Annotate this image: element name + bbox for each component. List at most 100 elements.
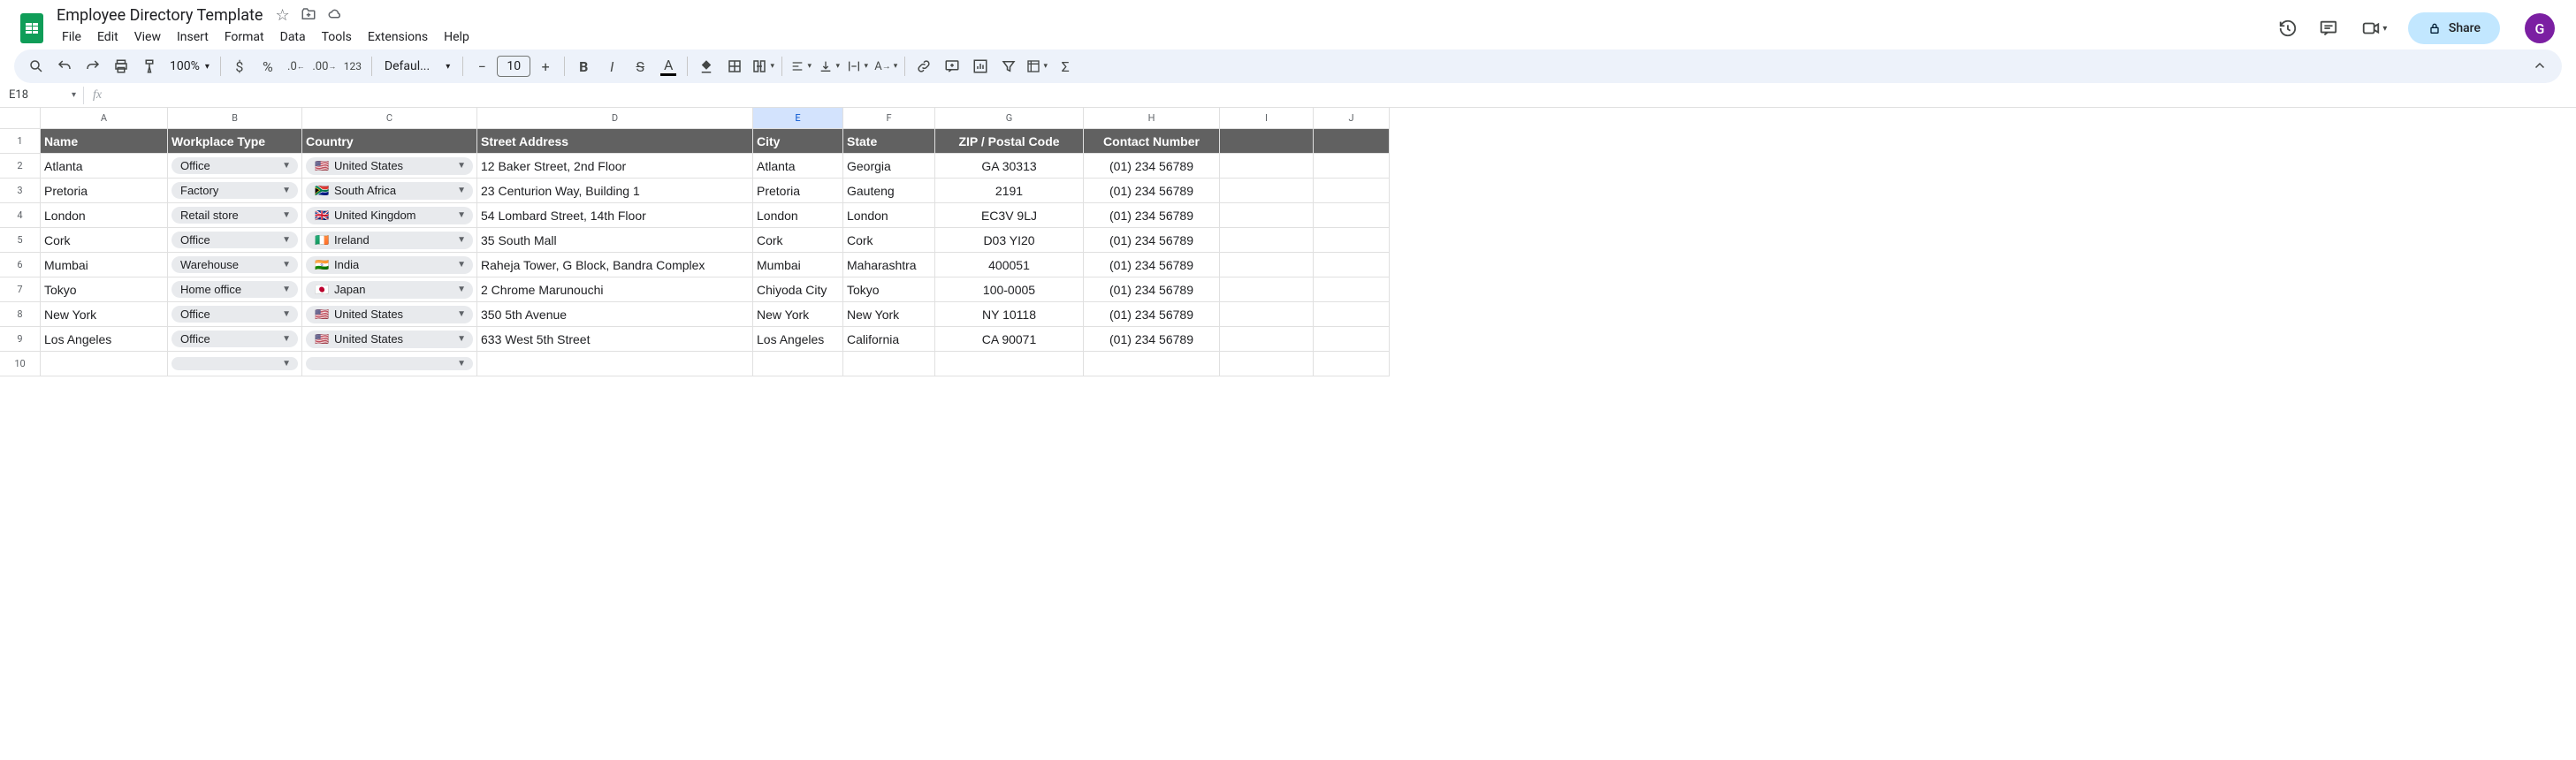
cell-empty[interactable] — [1314, 228, 1390, 253]
row-header[interactable]: 6 — [0, 253, 41, 277]
cell-wtype[interactable]: ▼ — [168, 352, 302, 376]
dropdown-chip[interactable]: ▼ — [306, 357, 473, 370]
row-header[interactable]: 4 — [0, 203, 41, 228]
cell-zip[interactable]: NY 10118 — [935, 302, 1084, 327]
cell-contact[interactable]: (01) 234 56789 — [1084, 154, 1220, 179]
cell-wtype[interactable]: Office▼ — [168, 302, 302, 327]
cell-city[interactable]: Chiyoda City — [753, 277, 843, 302]
header-cell[interactable]: Workplace Type — [168, 129, 302, 154]
account-avatar[interactable]: G — [2525, 13, 2555, 43]
row-header[interactable]: 1 — [0, 129, 41, 154]
row-header[interactable]: 7 — [0, 277, 41, 302]
cell-empty[interactable] — [753, 352, 843, 376]
cell-contact[interactable]: (01) 234 56789 — [1084, 302, 1220, 327]
decrease-font-icon[interactable]: − — [469, 53, 495, 80]
cell-country[interactable]: 🇺🇸United States▼ — [302, 327, 477, 352]
cell-street[interactable]: 2 Chrome Marunouchi — [477, 277, 753, 302]
menu-view[interactable]: View — [127, 27, 168, 48]
sheets-logo[interactable] — [14, 11, 50, 46]
cell-zip[interactable]: EC3V 9LJ — [935, 203, 1084, 228]
dropdown-chip[interactable]: Office▼ — [171, 157, 298, 174]
zoom-select[interactable]: 100%▾ — [164, 59, 215, 73]
cell-empty[interactable] — [1220, 277, 1314, 302]
cell-state[interactable]: London — [843, 203, 935, 228]
cloud-status-icon[interactable] — [327, 6, 343, 25]
font-family-select[interactable]: Defaul...▾ — [377, 59, 457, 73]
cell-empty[interactable] — [1220, 228, 1314, 253]
column-header[interactable]: A — [41, 108, 168, 129]
cell-zip[interactable]: CA 90071 — [935, 327, 1084, 352]
font-size-input[interactable]: 10 — [497, 56, 530, 77]
strikethrough-icon[interactable]: S — [627, 53, 653, 80]
dropdown-chip[interactable]: Home office▼ — [171, 281, 298, 298]
cell-street[interactable]: 23 Centurion Way, Building 1 — [477, 179, 753, 203]
menu-tools[interactable]: Tools — [315, 27, 359, 48]
redo-icon[interactable] — [80, 53, 106, 80]
cell-empty[interactable] — [477, 352, 753, 376]
cell-state[interactable]: Gauteng — [843, 179, 935, 203]
cell-country[interactable]: ▼ — [302, 352, 477, 376]
cell-city[interactable]: Los Angeles — [753, 327, 843, 352]
cell-city[interactable]: Mumbai — [753, 253, 843, 277]
cell-state[interactable]: Georgia — [843, 154, 935, 179]
move-icon[interactable] — [301, 6, 316, 25]
spreadsheet-grid[interactable]: 12345678910 ABCDEFGHIJ NameWorkplace Typ… — [0, 108, 2576, 376]
cell-street[interactable]: 54 Lombard Street, 14th Floor — [477, 203, 753, 228]
text-color-icon[interactable]: A — [655, 53, 682, 80]
functions-icon[interactable]: Σ — [1052, 53, 1078, 80]
row-header[interactable]: 9 — [0, 327, 41, 352]
menu-file[interactable]: File — [55, 27, 88, 48]
insert-comment-icon[interactable] — [939, 53, 965, 80]
cell-city[interactable]: Cork — [753, 228, 843, 253]
cell-city[interactable]: Pretoria — [753, 179, 843, 203]
cell-zip[interactable]: GA 30313 — [935, 154, 1084, 179]
column-header[interactable]: H — [1084, 108, 1220, 129]
dropdown-chip[interactable]: ▼ — [171, 357, 298, 370]
cell-country[interactable]: 🇿🇦South Africa▼ — [302, 179, 477, 203]
cell-contact[interactable]: (01) 234 56789 — [1084, 253, 1220, 277]
dropdown-chip[interactable]: 🇬🇧United Kingdom▼ — [306, 207, 473, 224]
search-menus-icon[interactable] — [23, 53, 50, 80]
text-rotation-icon[interactable]: A→ — [873, 53, 899, 80]
text-wrap-icon[interactable] — [844, 53, 871, 80]
header-cell[interactable]: Street Address — [477, 129, 753, 154]
menu-data[interactable]: Data — [273, 27, 313, 48]
cell-empty[interactable] — [1314, 179, 1390, 203]
cell-name[interactable]: Atlanta — [41, 154, 168, 179]
undo-icon[interactable] — [51, 53, 78, 80]
dropdown-chip[interactable]: 🇺🇸United States▼ — [306, 331, 473, 348]
menu-extensions[interactable]: Extensions — [361, 27, 435, 48]
borders-icon[interactable] — [721, 53, 748, 80]
select-all-corner[interactable] — [0, 108, 41, 129]
filter-views-icon[interactable] — [1024, 53, 1050, 80]
cell-state[interactable]: Maharashtra — [843, 253, 935, 277]
horizontal-align-icon[interactable] — [788, 53, 814, 80]
share-button[interactable]: Share — [2408, 12, 2500, 44]
vertical-align-icon[interactable] — [816, 53, 842, 80]
cell-country[interactable]: 🇬🇧United Kingdom▼ — [302, 203, 477, 228]
dropdown-chip[interactable]: Warehouse▼ — [171, 256, 298, 273]
cell-empty[interactable] — [1314, 327, 1390, 352]
cell-empty[interactable] — [1314, 352, 1390, 376]
document-title[interactable]: Employee Directory Template — [50, 4, 270, 27]
cell-wtype[interactable]: Home office▼ — [168, 277, 302, 302]
name-box[interactable]: E18▾ — [0, 88, 83, 102]
cell-empty[interactable] — [1220, 302, 1314, 327]
percent-icon[interactable]: % — [255, 53, 281, 80]
more-formats-icon[interactable]: 123 — [339, 53, 366, 80]
header-cell[interactable] — [1220, 129, 1314, 154]
cell-street[interactable]: Raheja Tower, G Block, Bandra Complex — [477, 253, 753, 277]
menu-edit[interactable]: Edit — [90, 27, 126, 48]
cell-state[interactable]: Tokyo — [843, 277, 935, 302]
row-header[interactable]: 10 — [0, 352, 41, 376]
cell-empty[interactable] — [1220, 179, 1314, 203]
column-header[interactable]: I — [1220, 108, 1314, 129]
insert-link-icon[interactable] — [911, 53, 937, 80]
cell-empty[interactable] — [1220, 154, 1314, 179]
header-cell[interactable]: City — [753, 129, 843, 154]
cell-state[interactable]: New York — [843, 302, 935, 327]
insert-chart-icon[interactable] — [967, 53, 994, 80]
dropdown-chip[interactable]: Factory▼ — [171, 182, 298, 199]
cell-city[interactable]: New York — [753, 302, 843, 327]
cell-empty[interactable] — [1314, 302, 1390, 327]
